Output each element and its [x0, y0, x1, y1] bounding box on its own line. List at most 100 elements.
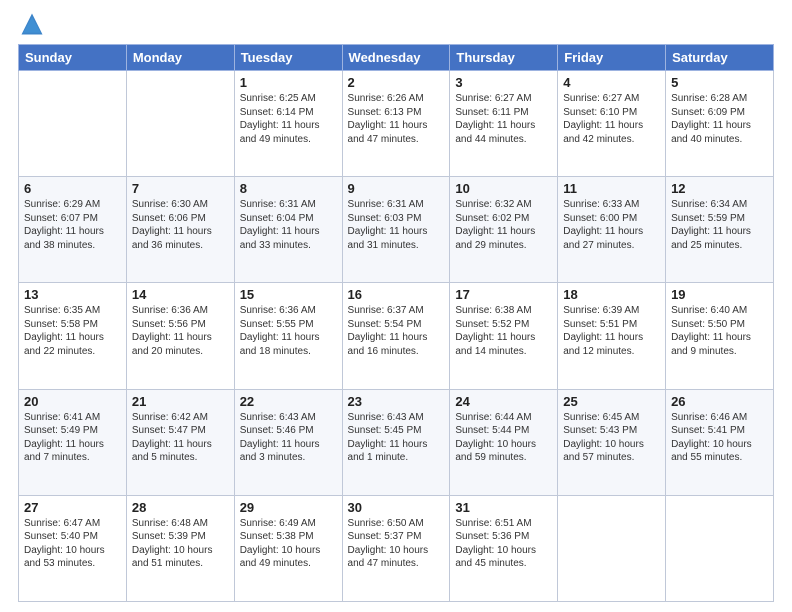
cell-day-number: 27: [24, 500, 121, 515]
cell-info-text: Sunrise: 6:50 AM Sunset: 5:37 PM Dayligh…: [348, 517, 445, 571]
calendar-cell: 25 Sunrise: 6:45 AM Sunset: 5:43 PM Dayli…: [558, 389, 666, 495]
cell-info-text: Sunrise: 6:29 AM Sunset: 6:07 PM Dayligh…: [24, 198, 121, 252]
cell-day-number: 24: [455, 394, 552, 409]
calendar-cell: 18Sunrise: 6:39 AM Sunset: 5:51 PM Dayli…: [558, 283, 666, 389]
calendar-cell: 26 Sunrise: 6:46 AM Sunset: 5:41 PM Dayli…: [666, 389, 774, 495]
calendar-cell: 10Sunrise: 6:32 AM Sunset: 6:02 PM Dayli…: [450, 177, 558, 283]
calendar-cell: 9 Sunrise: 6:31 AM Sunset: 6:03 PM Daylig…: [342, 177, 450, 283]
cell-day-number: 29: [240, 500, 337, 515]
calendar-cell: 7 Sunrise: 6:30 AM Sunset: 6:06 PM Daylig…: [126, 177, 234, 283]
calendar-cell: 21Sunrise: 6:42 AM Sunset: 5:47 PM Dayli…: [126, 389, 234, 495]
calendar-week-3: 20 Sunrise: 6:41 AM Sunset: 5:49 PM Dayli…: [19, 389, 774, 495]
cell-day-number: 5: [671, 75, 768, 90]
calendar-cell: 13 Sunrise: 6:35 AM Sunset: 5:58 PM Dayli…: [19, 283, 127, 389]
cell-day-number: 1: [240, 75, 337, 90]
weekday-header-friday: Friday: [558, 45, 666, 71]
cell-info-text: Sunrise: 6:28 AM Sunset: 6:09 PM Dayligh…: [671, 92, 768, 146]
weekday-header-wednesday: Wednesday: [342, 45, 450, 71]
calendar-cell: 20 Sunrise: 6:41 AM Sunset: 5:49 PM Dayli…: [19, 389, 127, 495]
calendar-cell: 31 Sunrise: 6:51 AM Sunset: 5:36 PM Dayli…: [450, 495, 558, 601]
calendar-cell: 6 Sunrise: 6:29 AM Sunset: 6:07 PM Daylig…: [19, 177, 127, 283]
calendar-cell: 2Sunrise: 6:26 AM Sunset: 6:13 PM Daylig…: [342, 71, 450, 177]
cell-day-number: 18: [563, 287, 660, 302]
weekday-header-tuesday: Tuesday: [234, 45, 342, 71]
cell-day-number: 14: [132, 287, 229, 302]
calendar-cell: 12Sunrise: 6:34 AM Sunset: 5:59 PM Dayli…: [666, 177, 774, 283]
cell-day-number: 8: [240, 181, 337, 196]
cell-day-number: 6: [24, 181, 121, 196]
cell-info-text: Sunrise: 6:46 AM Sunset: 5:41 PM Dayligh…: [671, 411, 768, 465]
cell-info-text: Sunrise: 6:36 AM Sunset: 5:56 PM Dayligh…: [132, 304, 229, 358]
calendar-week-1: 6 Sunrise: 6:29 AM Sunset: 6:07 PM Daylig…: [19, 177, 774, 283]
cell-day-number: 9: [348, 181, 445, 196]
weekday-header-thursday: Thursday: [450, 45, 558, 71]
cell-day-number: 3: [455, 75, 552, 90]
cell-info-text: Sunrise: 6:33 AM Sunset: 6:00 PM Dayligh…: [563, 198, 660, 252]
cell-day-number: 30: [348, 500, 445, 515]
cell-day-number: 7: [132, 181, 229, 196]
cell-info-text: Sunrise: 6:31 AM Sunset: 6:03 PM Dayligh…: [348, 198, 445, 252]
cell-day-number: 13: [24, 287, 121, 302]
calendar-cell: 29 Sunrise: 6:49 AM Sunset: 5:38 PM Dayli…: [234, 495, 342, 601]
cell-info-text: Sunrise: 6:51 AM Sunset: 5:36 PM Dayligh…: [455, 517, 552, 571]
cell-info-text: Sunrise: 6:45 AM Sunset: 5:43 PM Dayligh…: [563, 411, 660, 465]
cell-info-text: Sunrise: 6:26 AM Sunset: 6:13 PM Dayligh…: [348, 92, 445, 146]
calendar-cell: [19, 71, 127, 177]
cell-info-text: Sunrise: 6:44 AM Sunset: 5:44 PM Dayligh…: [455, 411, 552, 465]
cell-info-text: Sunrise: 6:47 AM Sunset: 5:40 PM Dayligh…: [24, 517, 121, 571]
calendar-cell: 11 Sunrise: 6:33 AM Sunset: 6:00 PM Dayli…: [558, 177, 666, 283]
cell-day-number: 12: [671, 181, 768, 196]
cell-info-text: Sunrise: 6:37 AM Sunset: 5:54 PM Dayligh…: [348, 304, 445, 358]
calendar-week-0: 1 Sunrise: 6:25 AM Sunset: 6:14 PM Daylig…: [19, 71, 774, 177]
cell-day-number: 23: [348, 394, 445, 409]
cell-info-text: Sunrise: 6:41 AM Sunset: 5:49 PM Dayligh…: [24, 411, 121, 465]
calendar-cell: 4 Sunrise: 6:27 AM Sunset: 6:10 PM Daylig…: [558, 71, 666, 177]
calendar-cell: 15Sunrise: 6:36 AM Sunset: 5:55 PM Dayli…: [234, 283, 342, 389]
cell-day-number: 26: [671, 394, 768, 409]
weekday-header-saturday: Saturday: [666, 45, 774, 71]
weekday-header-sunday: Sunday: [19, 45, 127, 71]
weekday-header-monday: Monday: [126, 45, 234, 71]
cell-info-text: Sunrise: 6:38 AM Sunset: 5:52 PM Dayligh…: [455, 304, 552, 358]
cell-info-text: Sunrise: 6:35 AM Sunset: 5:58 PM Dayligh…: [24, 304, 121, 358]
calendar-cell: 1 Sunrise: 6:25 AM Sunset: 6:14 PM Daylig…: [234, 71, 342, 177]
cell-day-number: 31: [455, 500, 552, 515]
calendar-header-row: SundayMondayTuesdayWednesdayThursdayFrid…: [19, 45, 774, 71]
cell-day-number: 25: [563, 394, 660, 409]
cell-info-text: Sunrise: 6:36 AM Sunset: 5:55 PM Dayligh…: [240, 304, 337, 358]
cell-day-number: 28: [132, 500, 229, 515]
cell-info-text: Sunrise: 6:27 AM Sunset: 6:10 PM Dayligh…: [563, 92, 660, 146]
cell-day-number: 10: [455, 181, 552, 196]
calendar-week-4: 27 Sunrise: 6:47 AM Sunset: 5:40 PM Dayli…: [19, 495, 774, 601]
cell-info-text: Sunrise: 6:25 AM Sunset: 6:14 PM Dayligh…: [240, 92, 337, 146]
calendar-table: SundayMondayTuesdayWednesdayThursdayFrid…: [18, 44, 774, 602]
calendar-cell: 19Sunrise: 6:40 AM Sunset: 5:50 PM Dayli…: [666, 283, 774, 389]
calendar-cell: 16 Sunrise: 6:37 AM Sunset: 5:54 PM Dayli…: [342, 283, 450, 389]
header: [18, 10, 774, 38]
cell-day-number: 16: [348, 287, 445, 302]
calendar-cell: 27 Sunrise: 6:47 AM Sunset: 5:40 PM Dayli…: [19, 495, 127, 601]
calendar-cell: [666, 495, 774, 601]
cell-info-text: Sunrise: 6:30 AM Sunset: 6:06 PM Dayligh…: [132, 198, 229, 252]
calendar-cell: 30 Sunrise: 6:50 AM Sunset: 5:37 PM Dayli…: [342, 495, 450, 601]
calendar-cell: 8Sunrise: 6:31 AM Sunset: 6:04 PM Daylig…: [234, 177, 342, 283]
calendar-cell: 28 Sunrise: 6:48 AM Sunset: 5:39 PM Dayli…: [126, 495, 234, 601]
cell-day-number: 11: [563, 181, 660, 196]
cell-info-text: Sunrise: 6:43 AM Sunset: 5:46 PM Dayligh…: [240, 411, 337, 465]
calendar-cell: 3 Sunrise: 6:27 AM Sunset: 6:11 PM Daylig…: [450, 71, 558, 177]
cell-info-text: Sunrise: 6:48 AM Sunset: 5:39 PM Dayligh…: [132, 517, 229, 571]
logo-icon: [18, 10, 46, 38]
cell-day-number: 4: [563, 75, 660, 90]
calendar-cell: [558, 495, 666, 601]
cell-info-text: Sunrise: 6:42 AM Sunset: 5:47 PM Dayligh…: [132, 411, 229, 465]
logo-area: [18, 10, 48, 38]
cell-day-number: 20: [24, 394, 121, 409]
calendar-cell: 23Sunrise: 6:43 AM Sunset: 5:45 PM Dayli…: [342, 389, 450, 495]
cell-day-number: 17: [455, 287, 552, 302]
page: SundayMondayTuesdayWednesdayThursdayFrid…: [0, 0, 792, 612]
cell-info-text: Sunrise: 6:40 AM Sunset: 5:50 PM Dayligh…: [671, 304, 768, 358]
calendar-cell: 24 Sunrise: 6:44 AM Sunset: 5:44 PM Dayli…: [450, 389, 558, 495]
calendar-cell: [126, 71, 234, 177]
cell-info-text: Sunrise: 6:49 AM Sunset: 5:38 PM Dayligh…: [240, 517, 337, 571]
cell-info-text: Sunrise: 6:27 AM Sunset: 6:11 PM Dayligh…: [455, 92, 552, 146]
